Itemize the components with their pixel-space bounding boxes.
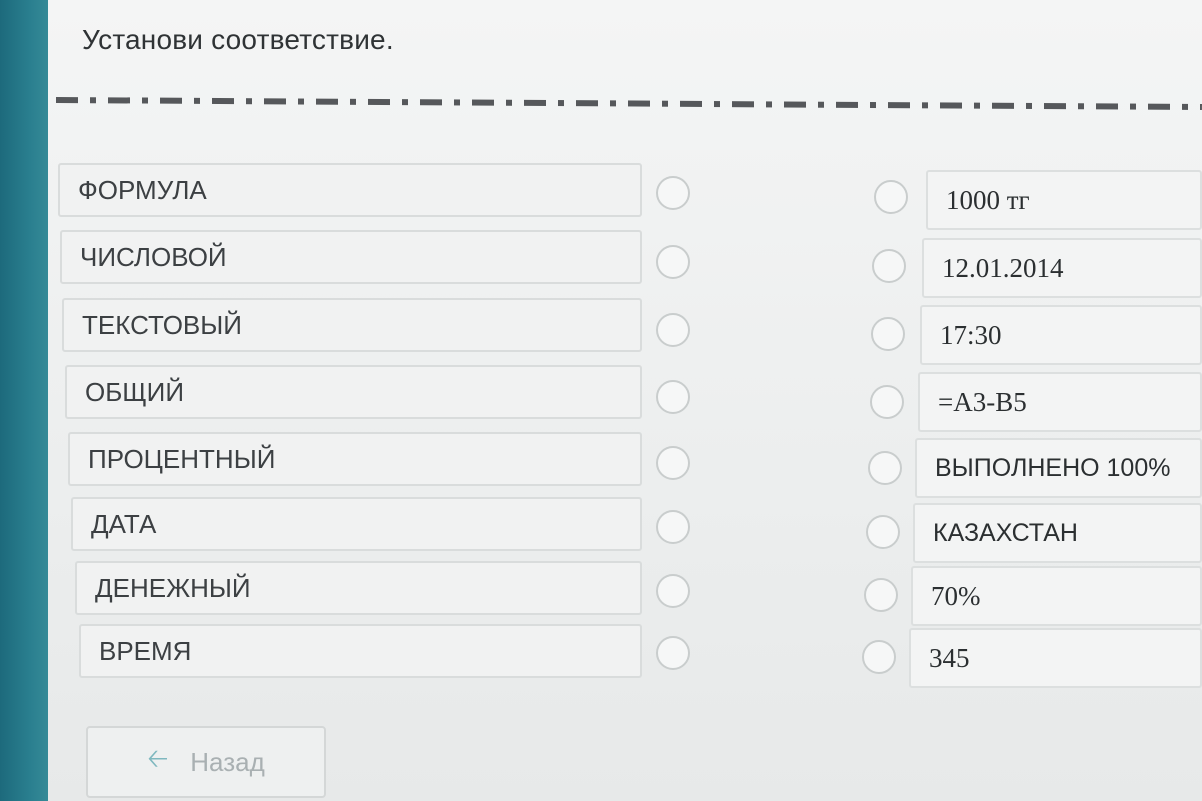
question-title: Установи соответствие. xyxy=(82,24,394,55)
right-item-2[interactable]: 12.01.2014 xyxy=(922,238,1202,298)
left-item-label: ДЕНЕЖНЫЙ xyxy=(95,572,251,603)
right-item-6[interactable]: КАЗАХСТАН xyxy=(913,503,1202,563)
left-radio-7[interactable] xyxy=(656,574,690,608)
right-item-4[interactable]: =А3-В5 xyxy=(918,372,1202,432)
left-item-label: ВРЕМЯ xyxy=(99,635,192,666)
left-item-4[interactable]: ОБЩИЙ xyxy=(65,365,642,419)
left-item-label: ФОРМУЛА xyxy=(78,174,207,205)
back-button-label: Назад xyxy=(190,746,265,777)
left-item-5[interactable]: ПРОЦЕНТНЫЙ xyxy=(68,432,642,486)
right-item-label: =А3-В5 xyxy=(938,386,1027,417)
left-item-label: ПРОЦЕНТНЫЙ xyxy=(88,443,276,474)
right-item-3[interactable]: 17:30 xyxy=(920,305,1202,365)
right-item-label: 12.01.2014 xyxy=(942,252,1064,283)
right-item-label: КАЗАХСТАН xyxy=(933,518,1078,547)
left-item-7[interactable]: ДЕНЕЖНЫЙ xyxy=(75,561,642,615)
right-item-label: 70% xyxy=(931,580,981,611)
left-radio-2[interactable] xyxy=(656,245,690,279)
right-item-label: ВЫПОЛНЕНО 100% xyxy=(935,453,1171,482)
arrow-left-icon: 🡠 xyxy=(147,743,169,773)
left-item-8[interactable]: ВРЕМЯ xyxy=(79,624,642,678)
left-radio-5[interactable] xyxy=(656,446,690,480)
right-item-8[interactable]: 345 xyxy=(909,628,1202,688)
left-item-6[interactable]: ДАТА xyxy=(71,497,642,551)
right-item-label: 17:30 xyxy=(940,319,1002,350)
right-item-label: 345 xyxy=(929,642,970,673)
left-radio-8[interactable] xyxy=(656,636,690,670)
right-item-label: 1000 тг xyxy=(946,184,1030,215)
left-item-label: ОБЩИЙ xyxy=(85,376,185,407)
back-button[interactable]: 🡠 Назад xyxy=(86,726,326,798)
right-item-7[interactable]: 70% xyxy=(911,566,1202,626)
right-radio-5[interactable] xyxy=(868,451,902,485)
left-item-label: ЧИСЛОВОЙ xyxy=(80,241,227,272)
right-radio-1[interactable] xyxy=(874,180,908,214)
right-item-5[interactable]: ВЫПОЛНЕНО 100% xyxy=(915,438,1202,498)
right-radio-8[interactable] xyxy=(862,640,896,674)
left-radio-6[interactable] xyxy=(656,510,690,544)
left-radio-4[interactable] xyxy=(656,380,690,414)
right-radio-6[interactable] xyxy=(866,515,900,549)
right-radio-7[interactable] xyxy=(864,578,898,612)
right-radio-3[interactable] xyxy=(871,317,905,351)
left-radio-1[interactable] xyxy=(656,176,690,210)
left-radio-3[interactable] xyxy=(656,313,690,347)
right-item-1[interactable]: 1000 тг xyxy=(926,170,1202,230)
left-item-1[interactable]: ФОРМУЛА xyxy=(58,163,642,217)
left-item-3[interactable]: ТЕКСТОВЫЙ xyxy=(62,298,642,352)
right-radio-4[interactable] xyxy=(870,385,904,419)
left-item-2[interactable]: ЧИСЛОВОЙ xyxy=(60,230,642,284)
left-item-label: ТЕКСТОВЫЙ xyxy=(82,309,242,340)
right-radio-2[interactable] xyxy=(872,249,906,283)
left-item-label: ДАТА xyxy=(91,508,157,539)
